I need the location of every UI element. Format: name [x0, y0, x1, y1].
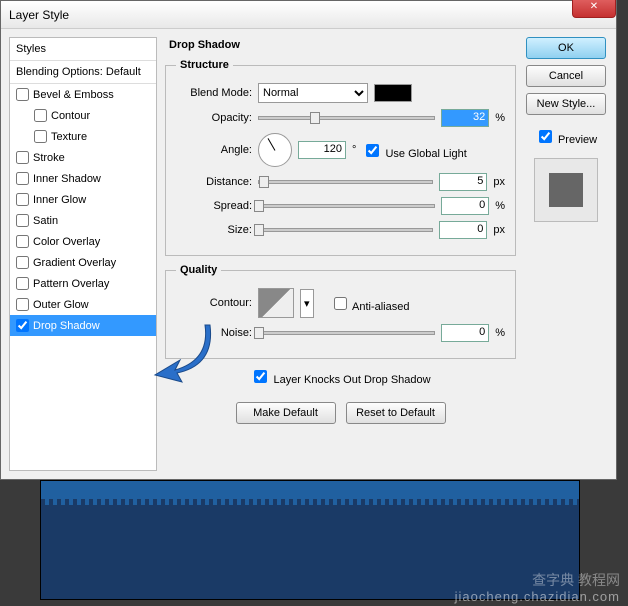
quality-group: Quality Contour: ▾ Anti-aliased Noise: 0… [165, 264, 516, 359]
noise-slider[interactable] [258, 331, 435, 335]
distance-unit: px [493, 176, 505, 188]
style-item-satin[interactable]: Satin [10, 210, 156, 231]
style-item-texture[interactable]: Texture [10, 126, 156, 147]
style-label: Contour [51, 110, 90, 122]
structure-legend: Structure [176, 59, 233, 71]
knockout-checkbox[interactable]: Layer Knocks Out Drop Shadow [250, 374, 430, 386]
opacity-slider[interactable] [258, 116, 435, 120]
make-default-button[interactable]: Make Default [236, 402, 336, 424]
style-label: Stroke [33, 152, 65, 164]
style-label: Texture [51, 131, 87, 143]
blend-mode-label: Blend Mode: [176, 87, 252, 99]
style-checkbox[interactable] [16, 277, 29, 290]
style-label: Satin [33, 215, 58, 227]
noise-label: Noise: [176, 327, 252, 339]
style-checkbox[interactable] [16, 298, 29, 311]
opacity-unit: % [495, 112, 505, 124]
style-label: Bevel & Emboss [33, 89, 114, 101]
style-checkbox[interactable] [16, 235, 29, 248]
style-checkbox[interactable] [16, 319, 29, 332]
watermark-cn: 查字典 教程网 [532, 570, 620, 590]
section-title: Drop Shadow [165, 37, 516, 51]
action-buttons: OK Cancel New Style... Preview [524, 37, 608, 471]
style-checkbox[interactable] [16, 88, 29, 101]
layer-style-dialog: Layer Style ✕ Styles Blending Options: D… [0, 0, 617, 480]
contour-picker[interactable] [258, 288, 294, 318]
style-label: Pattern Overlay [33, 278, 109, 290]
style-checkbox[interactable] [16, 172, 29, 185]
styles-header[interactable]: Styles [10, 38, 156, 61]
style-item-contour[interactable]: Contour [10, 105, 156, 126]
distance-label: Distance: [176, 176, 252, 188]
style-label: Gradient Overlay [33, 257, 116, 269]
spread-input[interactable]: 0 [441, 197, 489, 215]
style-item-pattern-overlay[interactable]: Pattern Overlay [10, 273, 156, 294]
spread-unit: % [495, 200, 505, 212]
size-slider[interactable] [258, 228, 433, 232]
size-unit: px [493, 224, 505, 236]
background-image [40, 480, 580, 600]
global-light-checkbox[interactable]: Use Global Light [362, 141, 466, 160]
contour-label: Contour: [176, 297, 252, 309]
blend-mode-select[interactable]: Normal [258, 83, 368, 103]
style-item-drop-shadow[interactable]: Drop Shadow [10, 315, 156, 336]
preview-checkbox[interactable]: Preview [535, 127, 597, 146]
size-input[interactable]: 0 [439, 221, 487, 239]
angle-dial[interactable] [258, 133, 292, 167]
dialog-title: Layer Style [9, 8, 69, 22]
style-item-bevel-emboss[interactable]: Bevel & Emboss [10, 84, 156, 105]
style-label: Inner Glow [33, 194, 86, 206]
watermark-url: jiaocheng.chazidian.com [455, 589, 620, 604]
style-checkbox[interactable] [16, 214, 29, 227]
spread-label: Spread: [176, 200, 252, 212]
style-label: Color Overlay [33, 236, 100, 248]
style-item-gradient-overlay[interactable]: Gradient Overlay [10, 252, 156, 273]
angle-unit: ° [352, 144, 356, 156]
angle-input[interactable]: 120 [298, 141, 346, 159]
style-checkbox[interactable] [34, 109, 47, 122]
styles-panel: Styles Blending Options: Default Bevel &… [9, 37, 157, 471]
reset-default-button[interactable]: Reset to Default [346, 402, 446, 424]
chevron-down-icon[interactable]: ▾ [300, 289, 314, 318]
ok-button[interactable]: OK [526, 37, 606, 59]
close-button[interactable]: ✕ [572, 0, 616, 18]
antialiased-checkbox[interactable]: Anti-aliased [330, 294, 410, 313]
spread-slider[interactable] [258, 204, 435, 208]
style-checkbox[interactable] [34, 130, 47, 143]
preview-swatch [534, 158, 598, 222]
noise-input[interactable]: 0 [441, 324, 489, 342]
style-item-outer-glow[interactable]: Outer Glow [10, 294, 156, 315]
noise-unit: % [495, 327, 505, 339]
style-item-stroke[interactable]: Stroke [10, 147, 156, 168]
style-item-inner-glow[interactable]: Inner Glow [10, 189, 156, 210]
style-checkbox[interactable] [16, 151, 29, 164]
angle-label: Angle: [176, 144, 252, 156]
style-label: Drop Shadow [33, 320, 100, 332]
quality-legend: Quality [176, 264, 221, 276]
style-checkbox[interactable] [16, 193, 29, 206]
new-style-button[interactable]: New Style... [526, 93, 606, 115]
shadow-color-swatch[interactable] [374, 84, 412, 102]
style-label: Outer Glow [33, 299, 89, 311]
blending-options[interactable]: Blending Options: Default [10, 61, 156, 84]
style-item-inner-shadow[interactable]: Inner Shadow [10, 168, 156, 189]
distance-input[interactable]: 5 [439, 173, 487, 191]
size-label: Size: [176, 224, 252, 236]
titlebar[interactable]: Layer Style ✕ [1, 1, 616, 29]
style-checkbox[interactable] [16, 256, 29, 269]
style-item-color-overlay[interactable]: Color Overlay [10, 231, 156, 252]
cancel-button[interactable]: Cancel [526, 65, 606, 87]
structure-group: Structure Blend Mode: Normal Opacity: 32… [165, 59, 516, 256]
distance-slider[interactable] [258, 180, 433, 184]
options-panel: Drop Shadow Structure Blend Mode: Normal… [165, 37, 516, 471]
style-label: Inner Shadow [33, 173, 101, 185]
opacity-input[interactable]: 32 [441, 109, 489, 127]
opacity-label: Opacity: [176, 112, 252, 124]
